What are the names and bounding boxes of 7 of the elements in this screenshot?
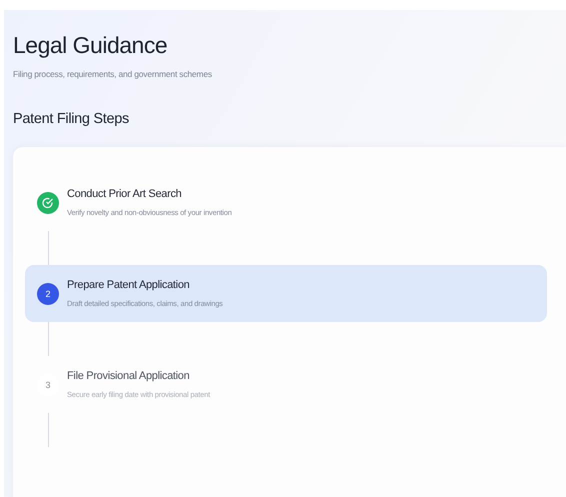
page-subtitle: Filing process, requirements, and government schemes <box>13 69 213 79</box>
step-number: 2 <box>37 282 59 304</box>
page-title: Legal Guidance <box>13 32 168 59</box>
step-title: File Provisional Application <box>67 370 190 382</box>
step-title: Prepare Patent Application <box>67 279 190 291</box>
step-title: Conduct Prior Art Search <box>67 188 182 200</box>
section-title: Patent Filing Steps <box>13 111 130 127</box>
